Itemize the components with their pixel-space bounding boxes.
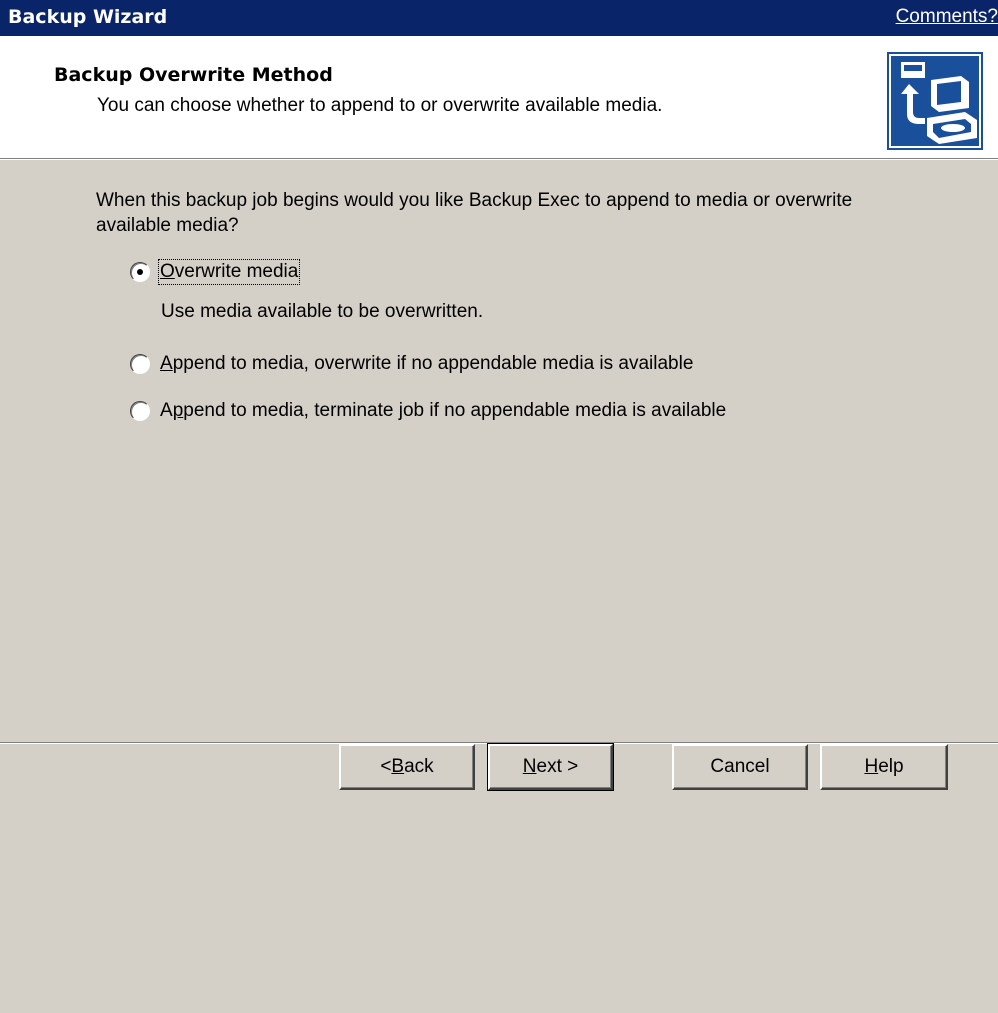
- overwrite-media-radio[interactable]: [130, 262, 150, 282]
- next-button[interactable]: Next >: [487, 743, 614, 791]
- option-append-overwrite[interactable]: Append to media, overwrite if no appenda…: [130, 350, 693, 378]
- overwrite-media-description: Use media available to be overwritten.: [161, 301, 484, 322]
- append-terminate-label[interactable]: Append to media, terminate job if no app…: [160, 400, 726, 422]
- title-bar: Backup Wizard Comments?: [0, 0, 998, 36]
- comments-link[interactable]: Comments?: [896, 6, 998, 28]
- page-subtitle: You can choose whether to append to or o…: [97, 95, 663, 116]
- option-append-terminate[interactable]: Append to media, terminate job if no app…: [130, 397, 726, 425]
- overwrite-media-label[interactable]: Overwrite media: [157, 259, 301, 285]
- cancel-button[interactable]: Cancel: [672, 744, 808, 790]
- append-overwrite-radio[interactable]: [130, 354, 150, 374]
- append-overwrite-label[interactable]: Append to media, overwrite if no appenda…: [160, 353, 693, 375]
- page-title: Backup Overwrite Method: [54, 64, 333, 86]
- help-button[interactable]: Help: [820, 744, 948, 790]
- wizard-question: When this backup job begins would you li…: [96, 190, 853, 236]
- wizard-header: Backup Overwrite Method You can choose w…: [0, 36, 998, 160]
- backup-computer-icon: [887, 52, 983, 150]
- back-button[interactable]: < Back: [339, 744, 475, 790]
- backup-wizard-window: Backup Wizard Comments? Backup Overwrite…: [0, 0, 998, 1013]
- option-overwrite-media[interactable]: Overwrite media: [130, 258, 301, 286]
- window-title: Backup Wizard: [8, 6, 168, 28]
- append-terminate-radio[interactable]: [130, 401, 150, 421]
